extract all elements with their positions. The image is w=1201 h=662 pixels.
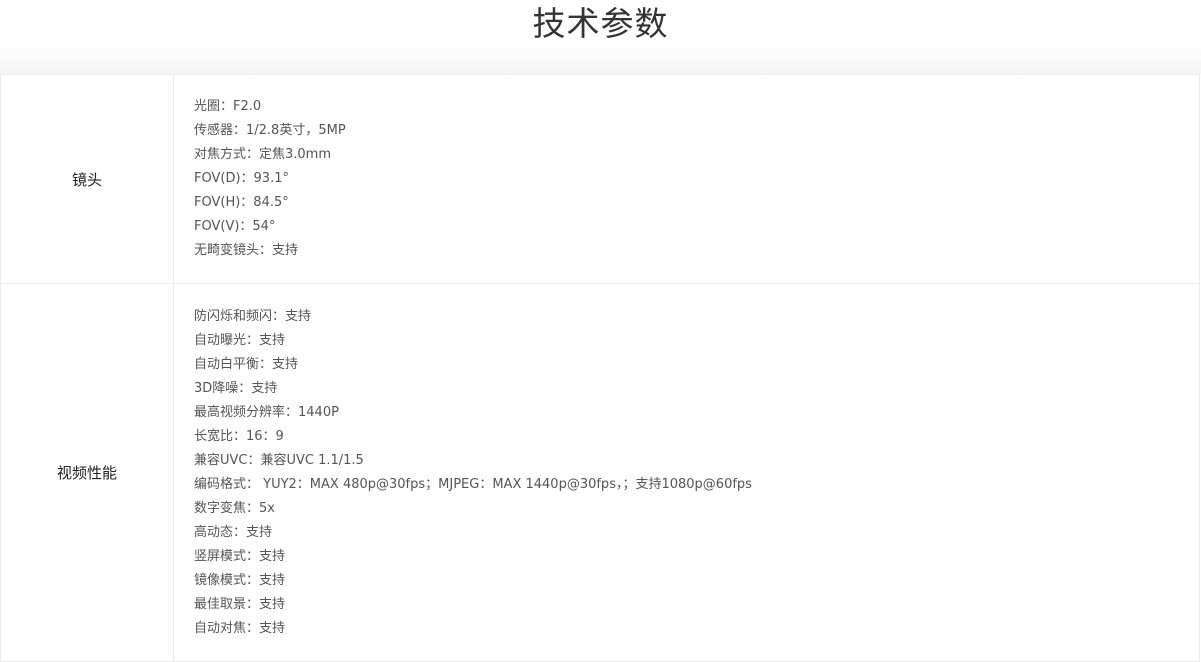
spec-values-lens: 光圈：F2.0 传感器：1/2.8英寸，5MP 对焦方式：定焦3.0mm FOV… xyxy=(174,75,1199,283)
spec-item: 最佳取景：支持 xyxy=(194,596,286,612)
spec-row-lens: 镜头 光圈：F2.0 传感器：1/2.8英寸，5MP 对焦方式：定焦3.0mm … xyxy=(1,75,1199,284)
spec-item: 兼容UVC：兼容UVC 1.1/1.5 xyxy=(194,452,364,468)
spec-item: 无畸变镜头：支持 xyxy=(194,243,299,258)
spec-label-video: 视频性能 xyxy=(1,284,174,661)
spec-item: FOV(D)：93.1° xyxy=(194,171,289,186)
spec-values-video: 防闪烁和频闪：支持 自动曝光：支持 自动白平衡：支持 3D降噪：支持 最高视频分… xyxy=(174,284,1199,661)
spec-item: FOV(V)：54° xyxy=(194,219,276,234)
spec-item: 最高视频分辨率：1440P xyxy=(194,404,339,420)
spec-label-lens: 镜头 xyxy=(1,75,174,283)
spec-item: 长宽比：16：9 xyxy=(194,428,284,444)
spec-item: 编码格式： YUY2：MAX 480p@30fps；MJPEG：MAX 1440… xyxy=(194,476,752,492)
spec-item: 光圈：F2.0 xyxy=(194,99,262,114)
spec-table: 镜头 光圈：F2.0 传感器：1/2.8英寸，5MP 对焦方式：定焦3.0mm … xyxy=(0,74,1200,662)
spec-item: 高动态：支持 xyxy=(194,524,273,540)
spec-row-video: 视频性能 防闪烁和频闪：支持 自动曝光：支持 自动白平衡：支持 3D降噪：支持 … xyxy=(1,284,1199,662)
spec-item: 对焦方式：定焦3.0mm xyxy=(194,147,332,162)
page-header: 技术参数 xyxy=(0,0,1201,74)
spec-item: 防闪烁和频闪：支持 xyxy=(194,308,312,324)
spec-item: FOV(H)：84.5° xyxy=(194,195,289,210)
spec-item: 传感器：1/2.8英寸，5MP xyxy=(194,123,346,138)
spec-item: 自动曝光：支持 xyxy=(194,332,286,348)
spec-item: 竖屏模式：支持 xyxy=(194,548,286,564)
page-title: 技术参数 xyxy=(532,4,669,43)
spec-item: 数字变焦：5x xyxy=(194,500,275,516)
spec-item: 自动对焦：支持 xyxy=(194,620,286,636)
spec-item: 镜像模式：支持 xyxy=(194,572,286,588)
spec-item: 3D降噪：支持 xyxy=(194,380,278,396)
spec-item: 自动白平衡：支持 xyxy=(194,356,299,372)
